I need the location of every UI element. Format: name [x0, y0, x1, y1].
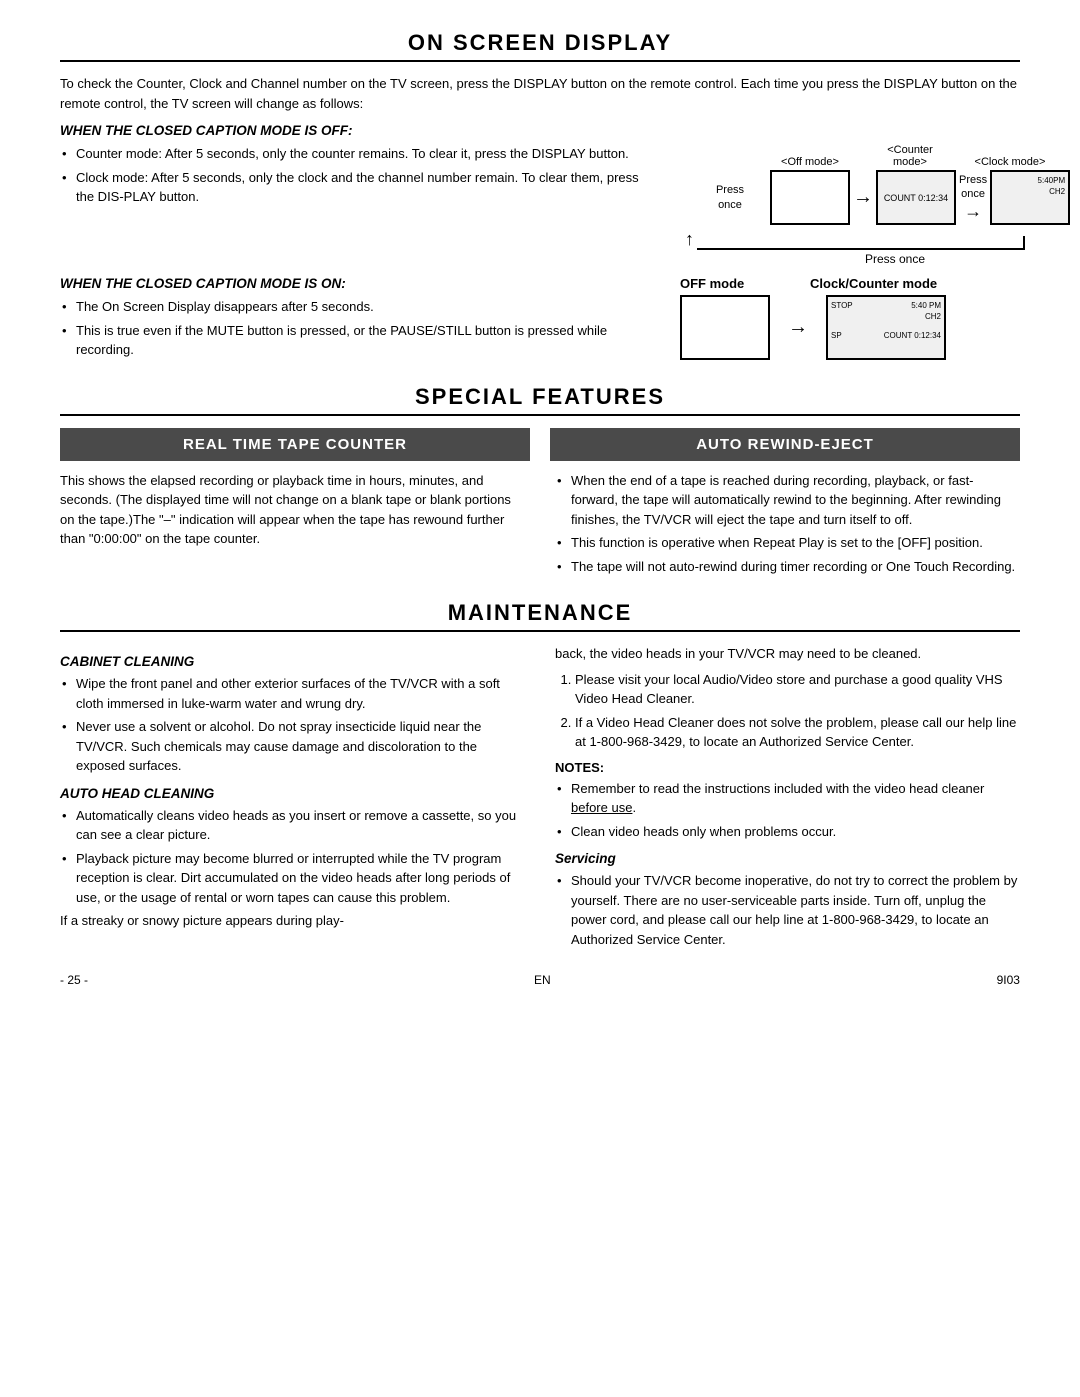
maintenance-title: MAINTENANCE — [60, 600, 1020, 626]
maintenance-step-2: If a Video Head Cleaner does not solve t… — [575, 713, 1020, 752]
off-mode-label: <Off mode> — [770, 156, 850, 168]
auto-rewind-bullet-3: The tape will not auto-rewind during tim… — [555, 557, 1020, 577]
display-diagram: <Off mode> <Counter mode> <Clock mode> P… — [690, 144, 1020, 266]
page-footer: - 25 - EN 9I03 — [60, 973, 1020, 987]
cc-arrow: → — [788, 316, 808, 339]
back-arrow: ↑ — [685, 229, 1025, 250]
auto-rewind-col: When the end of a tape is reached during… — [555, 471, 1020, 581]
off-mode-box — [770, 170, 850, 225]
cc-off-bullet-2: Clock mode: After 5 seconds, only the cl… — [60, 168, 660, 207]
press-once-bottom-area: ↑ Press once — [690, 229, 1020, 266]
cc-sp-text: SP — [831, 330, 842, 341]
auto-rewind-bullets: When the end of a tape is reached during… — [555, 471, 1020, 577]
arrow-1: → — [853, 186, 873, 209]
diagram-top-labels: <Off mode> <Counter mode> <Clock mode> — [690, 144, 1050, 168]
cc-off-bullet-1: Counter mode: After 5 seconds, only the … — [60, 144, 660, 164]
servicing-bullets: Should your TV/VCR become inoperative, d… — [555, 871, 1020, 949]
product-code: 9I03 — [997, 973, 1020, 987]
auto-head-trailing: If a streaky or snowy picture appears du… — [60, 911, 525, 931]
cc-time-text: 5:40 PM — [911, 300, 941, 311]
cabinet-cleaning-title: CABINET CLEANING — [60, 654, 525, 669]
real-time-header: REAL TIME TAPE COUNTER — [60, 428, 530, 461]
cc-on-section: WHEN THE CLOSED CAPTION MODE IS ON: The … — [60, 276, 1020, 364]
notes-bullets: Remember to read the instructions includ… — [555, 779, 1020, 842]
press-once-center: Pressonce → — [959, 173, 987, 223]
maintenance-left: CABINET CLEANING Wipe the front panel an… — [60, 644, 525, 953]
special-features-title: SPECIAL FEATURES — [60, 384, 1020, 410]
real-time-col: This shows the elapsed recording or play… — [60, 471, 525, 581]
auto-head-cleaning-title: AUTO HEAD CLEANING — [60, 786, 525, 801]
off-clock-labels: OFF mode Clock/Counter mode — [680, 276, 1020, 291]
auto-head-bullet-2: Playback picture may become blurred or i… — [60, 849, 525, 908]
cabinet-bullet-1: Wipe the front panel and other exterior … — [60, 674, 525, 713]
counter-mode-box: COUNT 0:12:34 — [876, 170, 956, 225]
maintenance-divider — [60, 630, 1020, 632]
notes-label: NOTES: — [555, 760, 1020, 775]
cc-off-subtitle: WHEN THE CLOSED CAPTION MODE IS OFF: — [60, 123, 1020, 138]
maintenance-content: CABINET CLEANING Wipe the front panel an… — [60, 644, 1020, 953]
maintenance-right: back, the video heads in your TV/VCR may… — [555, 644, 1020, 953]
diagram-boxes: Pressonce → COUNT 0:12:34 Pressonce → — [690, 170, 1070, 225]
servicing-title: Servicing — [555, 851, 1020, 866]
lang-code: EN — [534, 973, 551, 987]
on-screen-display-title: ON SCREEN DISPLAY — [60, 30, 1020, 56]
cc-box-top-row: STOP 5:40 PM — [831, 300, 941, 311]
cc-off-box — [680, 295, 770, 360]
title-divider — [60, 60, 1020, 62]
off-mode-bold-label: OFF mode — [680, 276, 780, 291]
counter-mode-label: <Counter mode> — [870, 144, 950, 168]
auto-head-bullet-1: Automatically cleans video heads as you … — [60, 806, 525, 845]
auto-rewind-header: AUTO REWIND-EJECT — [550, 428, 1020, 461]
cc-clock-box: STOP 5:40 PM CH2 SP COUNT 0:12:34 — [826, 295, 946, 360]
clock-counter-label: Clock/Counter mode — [810, 276, 937, 291]
cc-off-diagram: <Off mode> <Counter mode> <Clock mode> P… — [680, 144, 1020, 266]
auto-rewind-bullet-2: This function is operative when Repeat P… — [555, 533, 1020, 553]
cabinet-bullet-2: Never use a solvent or alcohol. Do not s… — [60, 717, 525, 776]
maintenance-step-1: Please visit your local Audio/Video stor… — [575, 670, 1020, 709]
special-features-divider — [60, 414, 1020, 416]
press-once-left: Pressonce — [716, 183, 744, 212]
cc-on-diagram: OFF mode Clock/Counter mode → STOP 5:40 … — [680, 276, 1020, 364]
clock-mode-label: <Clock mode> — [970, 156, 1050, 168]
press-once-bottom-label: Press once — [865, 252, 925, 266]
counter-text: COUNT 0:12:34 — [884, 193, 948, 203]
cc-on-left: WHEN THE CLOSED CAPTION MODE IS ON: The … — [60, 276, 660, 364]
cc-off-left: Counter mode: After 5 seconds, only the … — [60, 144, 660, 266]
cc-off-section: Counter mode: After 5 seconds, only the … — [60, 144, 1020, 266]
intro-text: To check the Counter, Clock and Channel … — [60, 74, 1020, 113]
auto-rewind-bullet-1: When the end of a tape is reached during… — [555, 471, 1020, 530]
cc-count-text: COUNT 0:12:34 — [884, 330, 941, 341]
cc-on-subtitle: WHEN THE CLOSED CAPTION MODE IS ON: — [60, 276, 660, 291]
maintenance-right-intro: back, the video heads in your TV/VCR may… — [555, 644, 1020, 664]
cc-on-bullet-1: The On Screen Display disappears after 5… — [60, 297, 660, 317]
cc-ch-text: CH2 — [831, 311, 941, 322]
cc-stop-text: STOP — [831, 300, 853, 311]
cc-box-bottom: SP COUNT 0:12:34 — [831, 330, 941, 341]
notes-bullet-1: Remember to read the instructions includ… — [555, 779, 1020, 818]
clock-mode-box: 5:40PM CH2 — [990, 170, 1070, 225]
maintenance-steps: Please visit your local Audio/Video stor… — [555, 670, 1020, 752]
features-content: This shows the elapsed recording or play… — [60, 471, 1020, 581]
up-arrow: ↑ — [685, 229, 694, 250]
cc-on-bullets: The On Screen Display disappears after 5… — [60, 297, 660, 360]
real-time-text: This shows the elapsed recording or play… — [60, 471, 525, 549]
cc-on-bullet-2: This is true even if the MUTE button is … — [60, 321, 660, 360]
cc-diagram-row: → STOP 5:40 PM CH2 SP COUNT 0:12:34 — [680, 295, 1020, 360]
notes-bullet-2: Clean video heads only when problems occ… — [555, 822, 1020, 842]
cabinet-cleaning-bullets: Wipe the front panel and other exterior … — [60, 674, 525, 776]
clock-ch: CH2 — [1049, 186, 1065, 197]
before-use-text: before use — [571, 800, 632, 815]
servicing-bullet-1: Should your TV/VCR become inoperative, d… — [555, 871, 1020, 949]
cc-off-bullets: Counter mode: After 5 seconds, only the … — [60, 144, 660, 207]
page-number: - 25 - — [60, 973, 88, 987]
clock-time: 5:40PM — [1038, 175, 1066, 186]
special-features-headers: REAL TIME TAPE COUNTER AUTO REWIND-EJECT — [60, 428, 1020, 461]
auto-head-cleaning-bullets: Automatically cleans video heads as you … — [60, 806, 525, 908]
